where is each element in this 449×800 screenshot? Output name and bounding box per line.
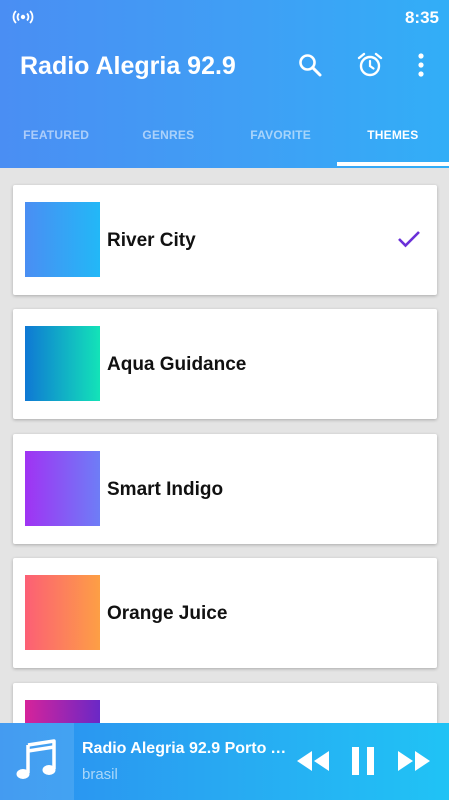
player-station-title: Radio Alegria 92.9 Porto Alegre xyxy=(82,740,292,757)
theme-swatch xyxy=(25,326,100,401)
theme-card-smart-indigo[interactable]: Smart Indigo xyxy=(13,434,437,544)
theme-card-aqua-guidance[interactable]: Aqua Guidance xyxy=(13,309,437,419)
rewind-button[interactable] xyxy=(296,745,330,777)
search-icon xyxy=(299,54,322,77)
more-options-button[interactable] xyxy=(406,50,436,80)
app-bar: 8:35 Radio Alegria 92.9 FEATURED GENRES … xyxy=(0,0,449,168)
more-vert-icon xyxy=(418,53,424,77)
player-station-subtitle: brasil xyxy=(82,766,118,783)
music-note-icon xyxy=(16,738,56,779)
check-icon xyxy=(398,231,420,248)
status-time: 8:35 xyxy=(404,8,439,27)
tab-featured[interactable]: FEATURED xyxy=(0,110,112,166)
theme-card-river-city[interactable]: River City xyxy=(13,185,437,295)
player-artwork xyxy=(0,723,74,800)
tab-bar: FEATURED GENRES FAVORITE THEMES xyxy=(0,110,449,166)
mini-player[interactable]: Radio Alegria 92.9 Porto Alegre brasil xyxy=(0,723,449,800)
search-button[interactable] xyxy=(295,50,325,80)
tab-genres[interactable]: GENRES xyxy=(112,110,224,166)
broadcast-icon xyxy=(12,10,34,24)
rewind-icon xyxy=(297,751,329,771)
fast-forward-button[interactable] xyxy=(397,745,431,777)
theme-swatch xyxy=(25,700,100,723)
theme-name: Orange Juice xyxy=(107,603,228,624)
theme-swatch xyxy=(25,202,100,277)
pause-icon xyxy=(352,747,374,775)
theme-name: Aqua Guidance xyxy=(107,354,247,375)
theme-name: River City xyxy=(107,230,196,251)
tab-favorite[interactable]: FAVORITE xyxy=(225,110,337,166)
status-bar: 8:35 xyxy=(0,0,449,34)
pause-button[interactable] xyxy=(348,745,378,777)
theme-swatch xyxy=(25,451,100,526)
app-title: Radio Alegria 92.9 xyxy=(20,52,236,80)
theme-card-partial[interactable] xyxy=(13,683,437,723)
fast-forward-icon xyxy=(398,751,430,771)
theme-card-orange-juice[interactable]: Orange Juice xyxy=(13,558,437,668)
theme-list[interactable]: River City Aqua Guidance Smart Indigo Or… xyxy=(0,168,449,723)
alarm-clock-icon xyxy=(357,52,383,77)
theme-name: Smart Indigo xyxy=(107,479,224,500)
tab-themes[interactable]: THEMES xyxy=(336,110,449,166)
alarm-button[interactable] xyxy=(355,50,385,80)
theme-swatch xyxy=(25,575,100,650)
